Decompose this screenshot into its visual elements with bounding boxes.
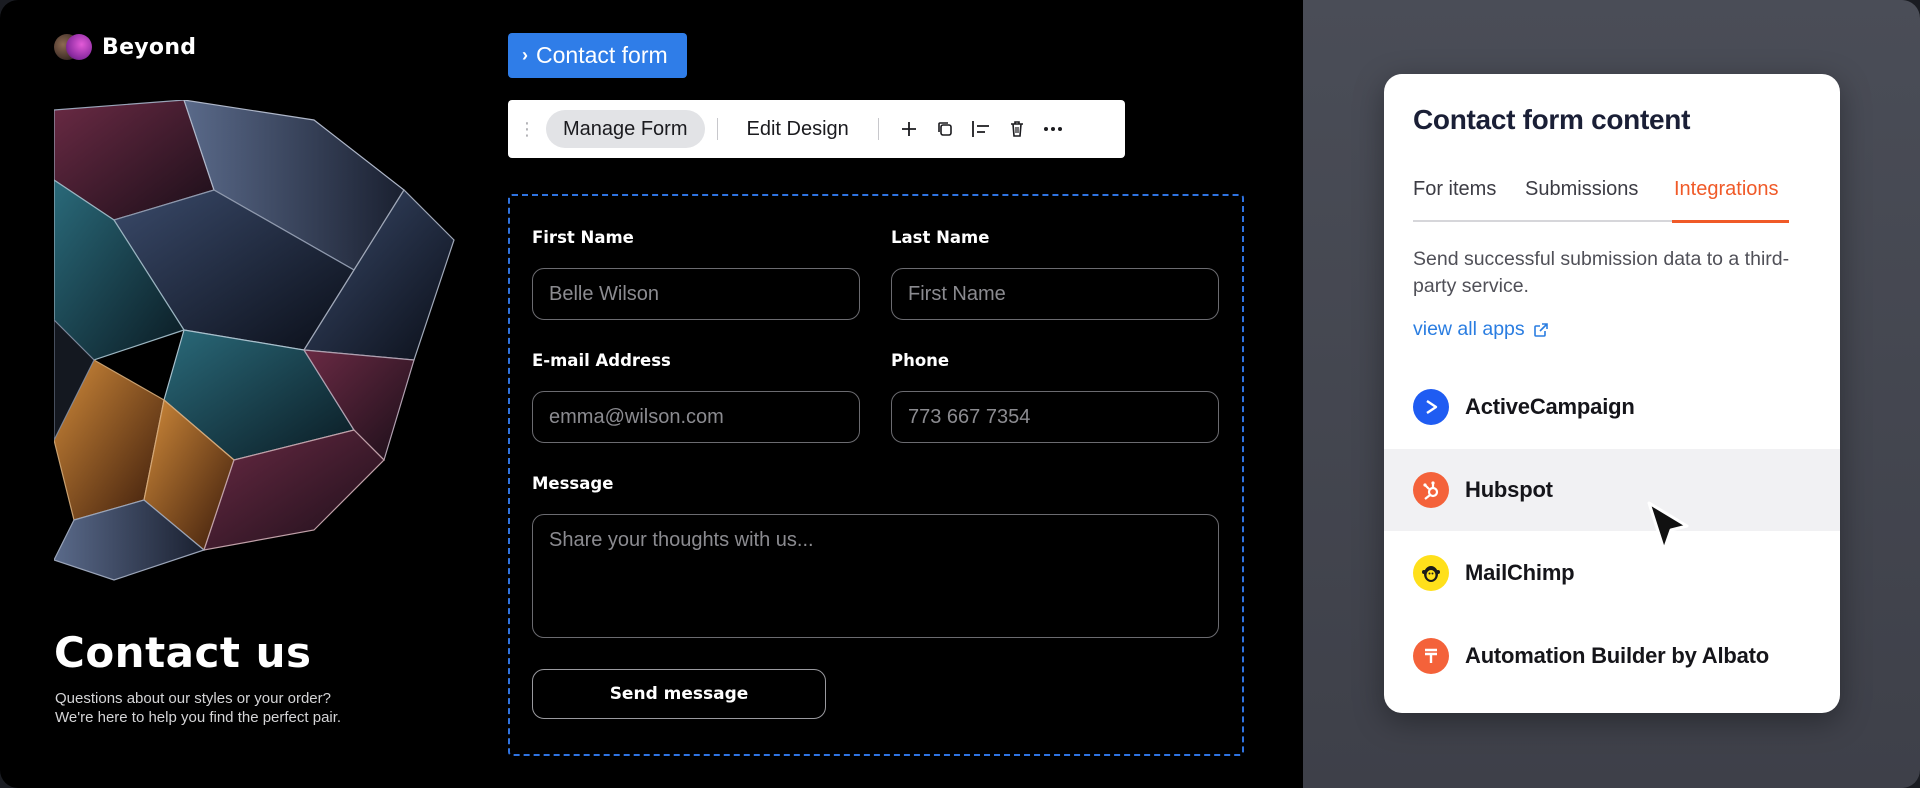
tab-for-items[interactable]: For items [1413,178,1496,201]
active-tab-indicator [1672,220,1789,223]
first-name-label: First Name [532,228,634,247]
brand-mark-icon [54,34,92,60]
duplicate-icon[interactable] [927,111,963,147]
breadcrumb-label: Contact form [536,42,668,68]
trash-icon[interactable] [999,111,1035,147]
edit-design-button[interactable]: Edit Design [730,110,866,148]
tab-integrations[interactable]: Integrations [1674,178,1779,201]
mouse-cursor-icon [1647,501,1689,552]
manage-form-button[interactable]: Manage Form [546,110,705,148]
panel-title: Contact form content [1413,104,1691,135]
app-row-hubspot[interactable]: Hubspot [1384,449,1840,531]
message-label: Message [532,474,614,493]
contact-form-content-panel: Contact form content For items Submissio… [1384,74,1840,713]
breadcrumb-contact-form[interactable]: › Contact form [508,33,687,78]
element-toolbar: ⋮ Manage Form Edit Design [508,100,1125,158]
view-all-apps-link[interactable]: view all apps [1413,318,1549,341]
last-name-input[interactable]: First Name [891,268,1219,320]
brand-name: Beyond [102,34,197,60]
albato-icon [1413,638,1449,674]
app-name: Hubspot [1465,477,1553,502]
hubspot-icon [1413,472,1449,508]
activecampaign-icon [1413,389,1449,425]
first-name-input[interactable]: Belle Wilson [532,268,860,320]
panel-description: Send successful submission data to a thi… [1413,248,1790,297]
chevron-right-icon: › [522,45,528,65]
email-input[interactable]: emma@wilson.com [532,391,860,443]
last-name-label: Last Name [891,228,990,247]
hero-subtitle: Questions about our styles or your order… [55,689,395,727]
crystal-artwork [54,100,455,581]
hero-subtitle-line: We're here to help you find the perfect … [55,709,342,726]
toolbar-divider [716,118,718,140]
view-all-apps-label: view all apps [1413,318,1525,340]
align-left-icon[interactable] [963,111,999,147]
brand-logo[interactable]: Beyond [54,34,196,60]
app-name: Automation Builder by Albato [1465,643,1770,668]
drag-handle-icon[interactable]: ⋮ [518,119,536,140]
plus-icon[interactable] [891,111,927,147]
hero-title: Contact us [54,628,312,677]
toolbar-divider [877,118,879,140]
phone-input[interactable]: 773 667 7354 [891,391,1219,443]
hero-subtitle-line: Questions about our styles or your order… [55,690,331,707]
mailchimp-icon [1413,555,1449,591]
phone-label: Phone [891,351,950,370]
app-name: ActiveCampaign [1465,394,1635,419]
app-row-mailchimp[interactable]: MailChimp [1384,532,1840,614]
external-link-icon [1533,322,1548,337]
email-label: E-mail Address [532,351,671,370]
tab-submissions[interactable]: Submissions [1525,178,1638,201]
panel-tabs: For items Submissions Integrations [1413,178,1789,223]
message-textarea[interactable]: Share your thoughts with us... [532,514,1219,638]
more-icon[interactable] [1035,111,1071,147]
app-name: MailChimp [1465,560,1575,585]
send-message-button[interactable]: Send message [532,669,826,719]
app-frame: Beyond Contact us Questions about our st… [0,0,1920,788]
app-row-albato[interactable]: Automation Builder by Albato [1384,615,1840,697]
app-row-activecampaign[interactable]: ActiveCampaign [1384,366,1840,448]
